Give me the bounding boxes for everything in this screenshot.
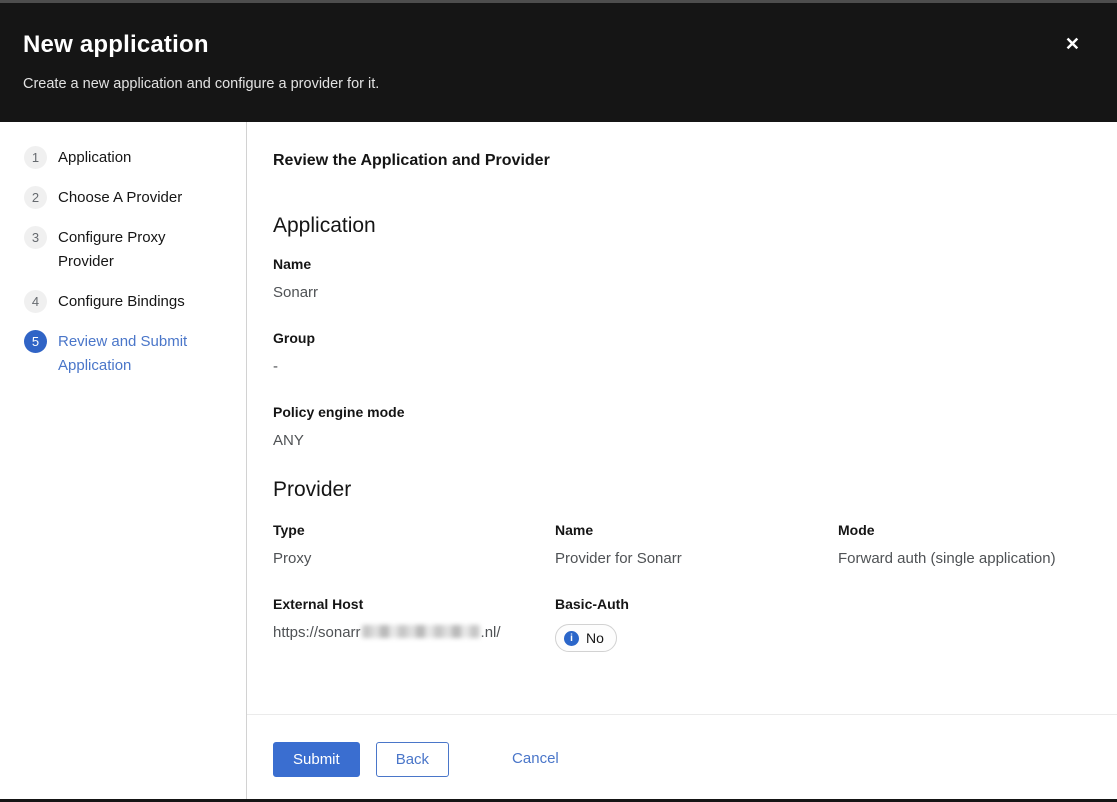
field-application-name: Name Sonarr (273, 256, 1091, 302)
field-value: Proxy (273, 550, 555, 568)
field-value: Forward auth (single application) (838, 550, 1091, 568)
step-number-badge: 4 (24, 290, 47, 313)
close-icon[interactable]: ✕ (1061, 31, 1084, 57)
field-label: Mode (838, 522, 1091, 538)
step-label: Choose A Provider (58, 186, 182, 210)
step-label: Application (58, 146, 131, 170)
external-host-prefix: https://sonarr (273, 624, 361, 641)
page-title: New application (23, 29, 1093, 61)
field-label: External Host (273, 596, 555, 612)
review-heading: Review the Application and Provider (273, 152, 1091, 170)
field-provider-mode: Mode Forward auth (single application) (838, 522, 1091, 568)
step-application[interactable]: 1 Application (24, 146, 230, 170)
field-provider-type: Type Proxy (273, 522, 555, 568)
wizard-header: New application Create a new application… (0, 3, 1117, 122)
step-configure-bindings[interactable]: 4 Configure Bindings (24, 290, 230, 314)
field-provider-name: Name Provider for Sonarr (555, 522, 838, 568)
field-value: Provider for Sonarr (555, 550, 838, 568)
field-policy-engine-mode: Policy engine mode ANY (273, 404, 1091, 450)
field-basic-auth: Basic-Auth i No (555, 596, 838, 652)
back-button[interactable]: Back (376, 742, 449, 777)
step-choose-provider[interactable]: 2 Choose A Provider (24, 186, 230, 210)
badge-text: No (586, 630, 604, 646)
field-value: Sonarr (273, 284, 1091, 302)
field-value: ANY (273, 432, 1091, 450)
field-label: Name (555, 522, 838, 538)
wizard-main: Review the Application and Provider Appl… (247, 122, 1117, 799)
field-label: Name (273, 256, 1091, 272)
step-review-and-submit[interactable]: 5 Review and Submit Application (24, 330, 230, 378)
step-label: Review and Submit Application (58, 330, 198, 378)
field-label: Basic-Auth (555, 596, 838, 612)
wizard-step-nav: 1 Application 2 Choose A Provider 3 Conf… (0, 122, 247, 799)
provider-section-title: Provider (273, 478, 1091, 502)
field-label: Group (273, 330, 1091, 346)
wizard-body: 1 Application 2 Choose A Provider 3 Conf… (0, 122, 1117, 799)
new-application-modal: New application Create a new application… (0, 0, 1117, 802)
step-number-badge: 5 (24, 330, 47, 353)
external-host-value: https://sonarr .nl/ (273, 624, 555, 642)
step-configure-proxy-provider[interactable]: 3 Configure Proxy Provider (24, 226, 230, 274)
field-value: - (273, 358, 1091, 376)
wizard-footer: Submit Back Cancel (247, 714, 1117, 799)
step-number-badge: 3 (24, 226, 47, 249)
field-label: Type (273, 522, 555, 538)
info-icon: i (564, 631, 579, 646)
cancel-button[interactable]: Cancel (512, 742, 559, 775)
step-label: Configure Bindings (58, 290, 185, 314)
field-external-host: External Host https://sonarr .nl/ (273, 596, 555, 652)
application-section-title: Application (273, 214, 1091, 238)
field-label: Policy engine mode (273, 404, 1091, 420)
step-number-badge: 1 (24, 146, 47, 169)
review-panel: Review the Application and Provider Appl… (247, 122, 1117, 714)
field-application-group: Group - (273, 330, 1091, 376)
step-number-badge: 2 (24, 186, 47, 209)
external-host-suffix: .nl/ (481, 624, 501, 641)
submit-button[interactable]: Submit (273, 742, 360, 777)
provider-grid: Type Proxy Name Provider for Sonarr Mode… (273, 522, 1091, 652)
basic-auth-badge: i No (555, 624, 617, 652)
step-label: Configure Proxy Provider (58, 226, 198, 274)
redacted-blur (362, 625, 480, 638)
page-subtitle: Create a new application and configure a… (23, 74, 1093, 94)
